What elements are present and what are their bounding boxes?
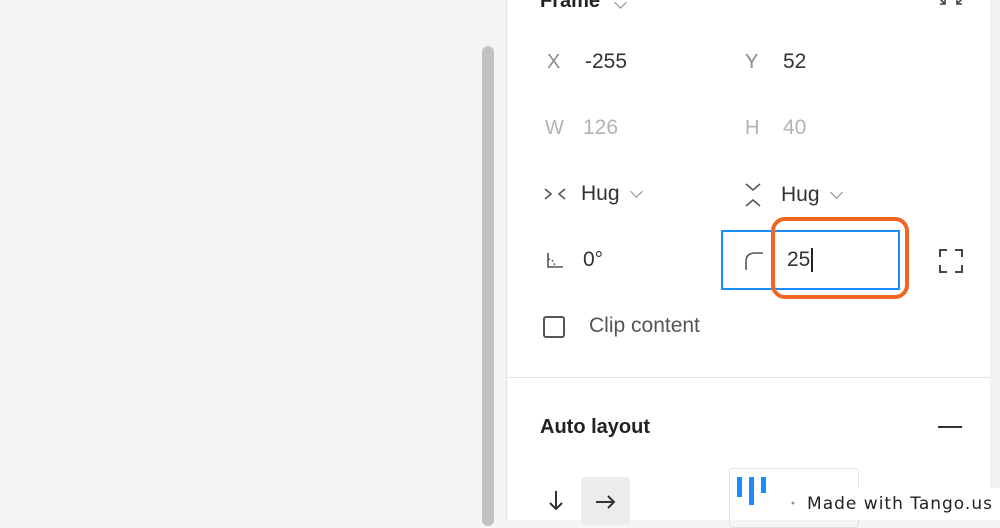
- rotation-field[interactable]: 0°: [545, 248, 603, 272]
- auto-layout-title: Auto layout: [540, 416, 650, 438]
- frame-section-title[interactable]: Frame: [540, 0, 627, 13]
- y-value[interactable]: 52: [783, 50, 806, 74]
- vertical-resize-value: Hug: [781, 183, 820, 206]
- tutorial-highlight-ring: [771, 217, 909, 299]
- panel-scroll-track: [990, 0, 1000, 520]
- horizontal-resize-value: Hug: [581, 182, 620, 205]
- chevron-down-icon: [629, 184, 643, 198]
- width-field[interactable]: W 126: [545, 116, 618, 140]
- minus-icon[interactable]: [938, 425, 962, 429]
- clip-content-label: Clip content: [589, 314, 700, 337]
- direction-horizontal-button[interactable]: [581, 477, 630, 525]
- arrow-down-icon[interactable]: [546, 489, 566, 513]
- corner-radius-icon: [743, 250, 765, 272]
- x-label: X: [547, 50, 561, 73]
- clip-content-checkbox[interactable]: [543, 316, 565, 338]
- w-value[interactable]: 126: [583, 116, 618, 140]
- y-label: Y: [745, 50, 759, 73]
- section-divider: [506, 377, 990, 378]
- height-field[interactable]: H 40: [745, 116, 806, 140]
- horizontal-resize-icon: [543, 186, 581, 202]
- independent-corners-icon[interactable]: [938, 248, 964, 274]
- design-canvas[interactable]: [0, 0, 506, 520]
- w-label: W: [545, 116, 564, 139]
- chevron-down-icon: [613, 0, 627, 9]
- clip-content-label-wrap: Clip content: [589, 314, 700, 338]
- collapse-icon[interactable]: [937, 0, 965, 10]
- rotation-value[interactable]: 0°: [583, 248, 603, 272]
- rotation-icon: [545, 250, 583, 270]
- vertical-resizing-dropdown[interactable]: Hug: [743, 182, 843, 208]
- h-label: H: [745, 116, 760, 139]
- y-field[interactable]: Y 52: [745, 50, 806, 74]
- align-top-icon: [736, 477, 796, 507]
- arrow-right-icon: [594, 492, 618, 512]
- h-value[interactable]: 40: [783, 116, 806, 140]
- x-field[interactable]: X -255: [547, 50, 627, 74]
- canvas-scrollbar[interactable]: [482, 46, 494, 526]
- chevron-down-icon: [829, 185, 843, 199]
- x-value[interactable]: -255: [585, 50, 627, 74]
- vertical-resize-icon: [743, 182, 781, 208]
- horizontal-resizing-dropdown[interactable]: Hug: [543, 182, 643, 206]
- tango-watermark: Made with Tango.us: [800, 488, 1000, 520]
